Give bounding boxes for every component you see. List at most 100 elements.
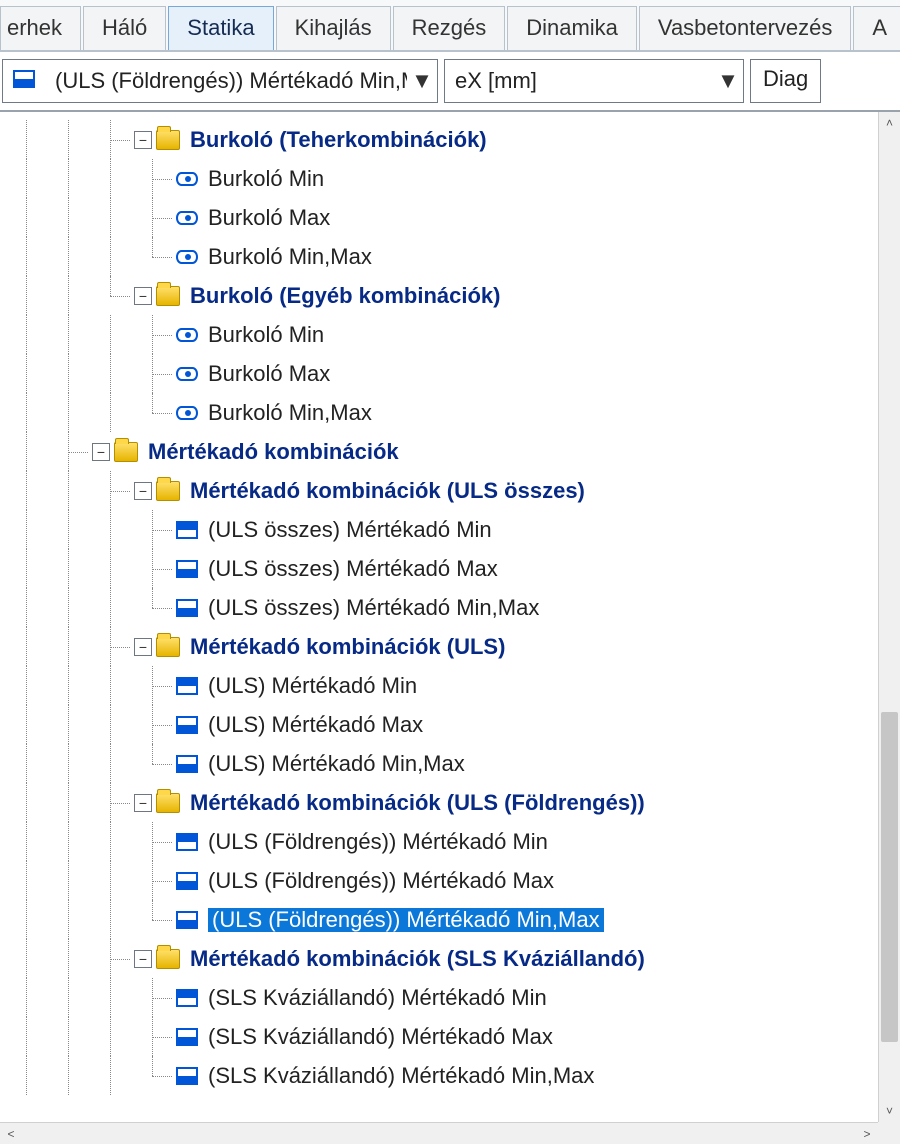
result-icon [176, 989, 198, 1007]
tree-panel: − Burkoló (Teherkombinációk) Burkoló Min Bu… [0, 112, 900, 1144]
tree-label: Burkoló (Teherkombinációk) [190, 129, 487, 151]
result-icon [176, 716, 198, 734]
tree-folder[interactable]: − Mértékadó kombinációk (ULS) [8, 627, 878, 666]
envelope-icon [176, 211, 198, 225]
result-icon [176, 521, 198, 539]
tree-label: Burkoló Min,Max [208, 402, 372, 424]
scroll-left-icon[interactable]: < [0, 1127, 22, 1141]
tree-item[interactable]: Burkoló Max [8, 354, 878, 393]
tree-item[interactable]: (ULS (Földrengés)) Mértékadó Min [8, 822, 878, 861]
tree-item[interactable]: (ULS összes) Mértékadó Min [8, 510, 878, 549]
tree-label: Burkoló Min [208, 168, 324, 190]
tab-kihajlás[interactable]: Kihajlás [276, 6, 391, 50]
result-icon [176, 1067, 198, 1085]
tree-item[interactable]: Burkoló Max [8, 198, 878, 237]
tree-label: Mértékadó kombinációk (ULS összes) [190, 480, 585, 502]
chevron-down-icon: ▼ [407, 68, 437, 94]
tree-item[interactable]: (ULS) Mértékadó Min [8, 666, 878, 705]
tree-label: (SLS Kváziállandó) Mértékadó Max [208, 1026, 553, 1048]
toolbar: (ULS (Földrengés)) Mértékadó Min,M ▼ eX … [0, 52, 900, 112]
folder-icon [156, 130, 180, 150]
tree-label: Burkoló Min [208, 324, 324, 346]
tree-folder[interactable]: − Mértékadó kombinációk (ULS (Földrengés)… [8, 783, 878, 822]
tree-label: Mértékadó kombinációk (ULS (Földrengés)) [190, 792, 645, 814]
collapse-icon[interactable]: − [134, 482, 152, 500]
tree-label: Burkoló Min,Max [208, 246, 372, 268]
scroll-up-icon[interactable]: ˄ [879, 112, 900, 134]
folder-icon [156, 637, 180, 657]
tree-label: Mértékadó kombinációk [148, 441, 399, 463]
tree-item[interactable]: (ULS összes) Mértékadó Min,Max [8, 588, 878, 627]
tree-label: (ULS (Földrengés)) Mértékadó Max [208, 870, 554, 892]
collapse-icon[interactable]: − [134, 950, 152, 968]
tree-folder[interactable]: − Mértékadó kombinációk (SLS Kváziállandó… [8, 939, 878, 978]
result-case-value: (ULS (Földrengés)) Mértékadó Min,M [55, 68, 407, 94]
tree-item[interactable]: (ULS összes) Mértékadó Max [8, 549, 878, 588]
tree-item[interactable]: (ULS) Mértékadó Max [8, 705, 878, 744]
scroll-thumb[interactable] [881, 712, 898, 1042]
folder-icon [156, 793, 180, 813]
tree-label: (ULS) Mértékadó Max [208, 714, 423, 736]
tree-label: Burkoló Max [208, 207, 330, 229]
tree-label: Mértékadó kombinációk (ULS) [190, 636, 505, 658]
tree-label: (SLS Kváziállandó) Mértékadó Min,Max [208, 1065, 594, 1087]
result-icon [176, 833, 198, 851]
case-icon [13, 68, 45, 94]
tree-label: Burkoló (Egyéb kombinációk) [190, 285, 501, 307]
tree-label: (ULS (Földrengés)) Mértékadó Min [208, 831, 548, 853]
tree-item[interactable]: (ULS) Mértékadó Min,Max [8, 744, 878, 783]
tree-item[interactable]: Burkoló Min,Max [8, 237, 878, 276]
tab-statika[interactable]: Statika [168, 6, 273, 50]
tab-vasbetontervezés[interactable]: Vasbetontervezés [639, 6, 851, 50]
collapse-icon[interactable]: − [92, 443, 110, 461]
tree-label: Mértékadó kombinációk (SLS Kváziállandó) [190, 948, 645, 970]
result-case-combo[interactable]: (ULS (Földrengés)) Mértékadó Min,M ▼ [2, 59, 438, 103]
horizontal-scrollbar[interactable]: < > [0, 1122, 878, 1144]
tab-dinamika[interactable]: Dinamika [507, 6, 637, 50]
tree-label: (ULS) Mértékadó Min,Max [208, 753, 465, 775]
chevron-down-icon: ▼ [713, 68, 743, 94]
envelope-icon [176, 406, 198, 420]
tab-rezgés[interactable]: Rezgés [393, 6, 506, 50]
collapse-icon[interactable]: − [134, 131, 152, 149]
tree-label: Burkoló Max [208, 363, 330, 385]
tab-erhek[interactable]: erhek [0, 6, 81, 50]
result-icon [176, 1028, 198, 1046]
tree-folder[interactable]: − Burkoló (Egyéb kombinációk) [8, 276, 878, 315]
tree-item[interactable]: (SLS Kváziállandó) Mértékadó Min [8, 978, 878, 1017]
tree-folder[interactable]: − Burkoló (Teherkombinációk) [8, 120, 878, 159]
folder-icon [156, 949, 180, 969]
folder-icon [114, 442, 138, 462]
tree-item[interactable]: (SLS Kváziállandó) Mértékadó Min,Max [8, 1056, 878, 1095]
tree-label: (ULS összes) Mértékadó Max [208, 558, 498, 580]
tree-body: − Burkoló (Teherkombinációk) Burkoló Min Bu… [0, 112, 878, 1122]
tab-a[interactable]: A [853, 6, 900, 50]
tree-item[interactable]: Burkoló Min [8, 315, 878, 354]
collapse-icon[interactable]: − [134, 638, 152, 656]
tree-label: (ULS) Mértékadó Min [208, 675, 417, 697]
vertical-scrollbar[interactable]: ˄ ˅ [878, 112, 900, 1122]
tab-háló[interactable]: Háló [83, 6, 166, 50]
tree-item[interactable]: Burkoló Min,Max [8, 393, 878, 432]
tree-folder[interactable]: − Mértékadó kombinációk (ULS összes) [8, 471, 878, 510]
collapse-icon[interactable]: − [134, 794, 152, 812]
tab-bar: erhekHálóStatikaKihajlásRezgésDinamikaVa… [0, 0, 900, 52]
result-icon [176, 872, 198, 890]
tree-label: (ULS (Földrengés)) Mértékadó Min,Max [208, 908, 604, 932]
envelope-icon [176, 250, 198, 264]
scroll-down-icon[interactable]: ˅ [879, 1100, 900, 1122]
scroll-right-icon[interactable]: > [856, 1127, 878, 1141]
envelope-icon [176, 367, 198, 381]
result-icon [176, 755, 198, 773]
tree-label: (SLS Kváziállandó) Mértékadó Min [208, 987, 547, 1009]
folder-icon [156, 286, 180, 306]
tree-folder[interactable]: − Mértékadó kombinációk [8, 432, 878, 471]
result-component-combo[interactable]: eX [mm] ▼ [444, 59, 744, 103]
diagram-mode-button[interactable]: Diag [750, 59, 821, 103]
tree-item[interactable]: Burkoló Min [8, 159, 878, 198]
tree-item[interactable]: (ULS (Földrengés)) Mértékadó Max [8, 861, 878, 900]
tree-item[interactable]: (SLS Kváziállandó) Mértékadó Max [8, 1017, 878, 1056]
tree-item[interactable]: (ULS (Földrengés)) Mértékadó Min,Max [8, 900, 878, 939]
collapse-icon[interactable]: − [134, 287, 152, 305]
envelope-icon [176, 328, 198, 342]
